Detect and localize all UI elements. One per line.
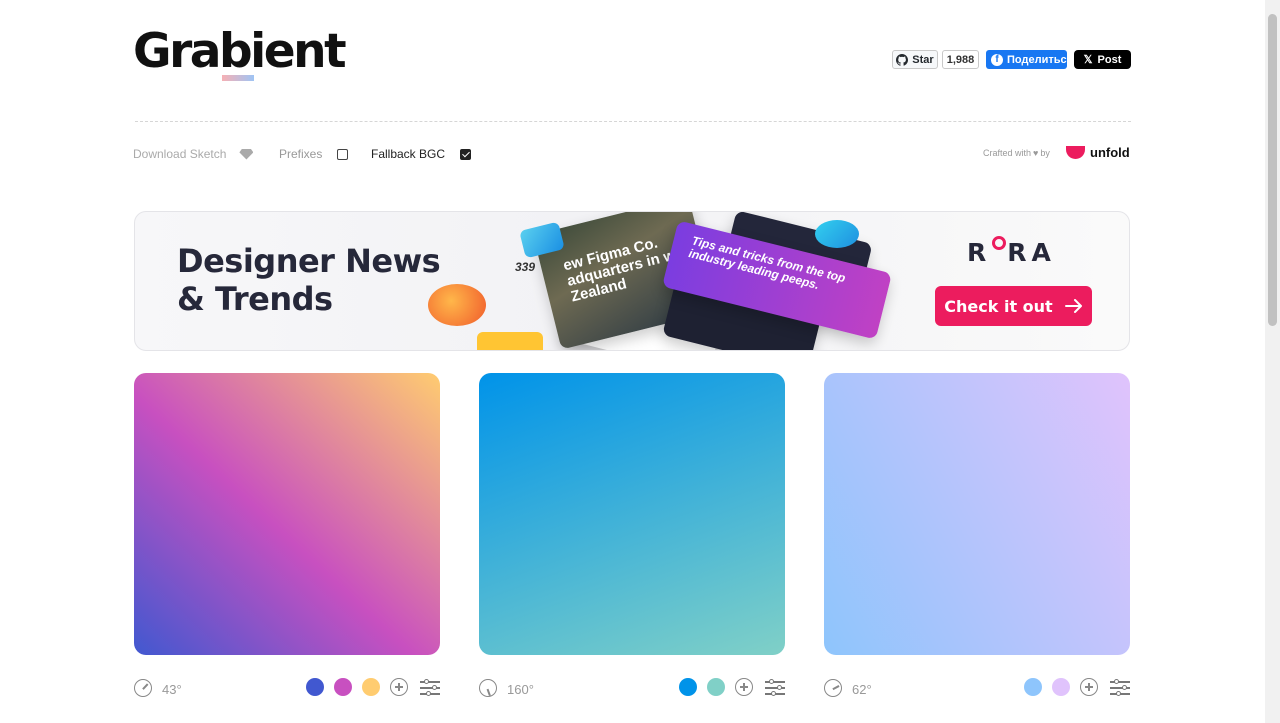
angle-dial-icon[interactable] (134, 679, 152, 697)
github-star-label: Star (912, 53, 934, 66)
gradient-controls-2: 160° (479, 678, 785, 700)
angle-value: 62° (852, 682, 872, 697)
page: Grabient Star 1,988 f Поделитьс 𝕏 Post D… (0, 0, 1265, 723)
gradient-controls-1: 43° (134, 678, 440, 700)
color-stop-2[interactable] (334, 678, 352, 696)
angle-dial-icon[interactable] (479, 679, 497, 697)
color-stop-1[interactable] (306, 678, 324, 696)
color-stops (679, 678, 785, 696)
banner-count: 339 (515, 260, 536, 274)
banner-title: Designer News & Trends (177, 242, 441, 318)
github-icon (896, 53, 909, 66)
rora-o-icon (992, 236, 1007, 250)
unfold-label: unfold (1090, 145, 1130, 160)
promo-banner[interactable]: Designer News & Trends ew Figma Co. adqu… (134, 211, 1130, 351)
gradient-preview-3[interactable] (824, 373, 1130, 655)
unfold-logo-icon (1066, 146, 1085, 159)
logo[interactable]: Grabient (133, 28, 347, 75)
fallback-bgc-checkbox[interactable] (460, 148, 472, 160)
angle-dial-icon[interactable] (824, 679, 842, 697)
color-stop-1[interactable] (1024, 678, 1042, 696)
angle-value: 43° (162, 682, 182, 697)
prefixes-label: Prefixes (279, 147, 323, 161)
color-stop-1[interactable] (679, 678, 697, 696)
color-stops (306, 678, 440, 696)
arrow-right-icon (1064, 299, 1082, 313)
prefixes-toggle[interactable]: Prefixes (279, 147, 349, 161)
add-color-stop-icon[interactable] (390, 678, 408, 696)
add-color-stop-icon[interactable] (1080, 678, 1098, 696)
header-divider (135, 121, 1131, 122)
heart-icon: ♥ (1033, 148, 1039, 158)
sliders-icon[interactable] (1110, 679, 1130, 695)
vertical-scrollbar[interactable] (1265, 0, 1280, 723)
sliders-icon[interactable] (765, 679, 785, 695)
download-sketch-label: Download Sketch (133, 147, 227, 161)
fallback-bgc-toggle[interactable]: Fallback BGC (371, 147, 472, 161)
facebook-share-label: Поделитьс (1007, 53, 1067, 66)
unfold-link[interactable]: unfold (1066, 145, 1130, 160)
gradient-preview-2[interactable] (479, 373, 785, 655)
banner-illustration: ew Figma Co. adquarters in w Zealand Tip… (428, 212, 905, 350)
scrollbar-thumb[interactable] (1268, 14, 1277, 326)
rora-logo: R RA (967, 236, 1056, 267)
logo-underline (222, 75, 254, 81)
prefixes-checkbox[interactable] (337, 148, 349, 160)
facebook-icon: f (991, 53, 1003, 66)
add-color-stop-icon[interactable] (735, 678, 753, 696)
cta-label: Check it out (944, 296, 1053, 316)
color-stops (1024, 678, 1130, 696)
color-stop-2[interactable] (707, 678, 725, 696)
facebook-share-button[interactable]: f Поделитьс (986, 50, 1067, 69)
gradient-preview-1[interactable] (134, 373, 440, 655)
color-stop-2[interactable] (1052, 678, 1070, 696)
bell-icon (428, 284, 486, 326)
gradient-controls-3: 62° (824, 678, 1130, 700)
check-it-out-button[interactable]: Check it out (935, 286, 1092, 326)
crafted-with-label: Crafted with (983, 148, 1032, 158)
github-star-count[interactable]: 1,988 (942, 50, 979, 69)
color-stop-3[interactable] (362, 678, 380, 696)
banner-title-line1: Designer News (177, 242, 441, 280)
banner-title-line2: & Trends (177, 280, 333, 318)
crafted-with-text: Crafted with ♥ by (983, 148, 1050, 158)
fallback-bgc-label: Fallback BGC (371, 147, 446, 161)
angle-value: 160° (507, 682, 534, 697)
sliders-icon[interactable] (420, 679, 440, 695)
yellow-tile (477, 332, 543, 350)
download-sketch-link[interactable]: Download Sketch (133, 147, 254, 161)
crafted-by-label: by (1040, 148, 1050, 158)
x-post-label: Post (1097, 53, 1122, 66)
x-logo-icon: 𝕏 (1083, 54, 1093, 66)
x-post-button[interactable]: 𝕏 Post (1074, 50, 1131, 69)
chat-bubble-icon (815, 220, 859, 248)
sketch-gem-icon (239, 148, 254, 160)
github-star-button[interactable]: Star (892, 50, 938, 69)
